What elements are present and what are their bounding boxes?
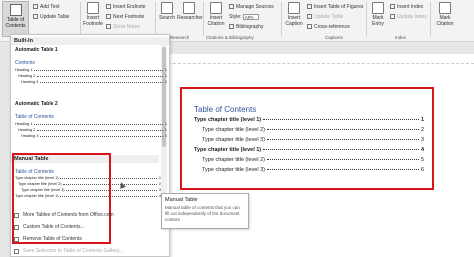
mark-citation-icon bbox=[439, 2, 451, 14]
tooltip-body: Manual table of contents that you can fi… bbox=[165, 205, 240, 222]
automatic-table-1-label: Automatic Table 1 bbox=[15, 47, 58, 53]
table-of-contents-icon bbox=[9, 4, 22, 16]
update-index-button[interactable]: Update Index bbox=[390, 13, 427, 21]
add-text-button[interactable]: Add Text bbox=[33, 3, 59, 11]
insert-index-button[interactable]: Insert Index bbox=[390, 3, 423, 11]
divider bbox=[366, 2, 367, 36]
automatic-table-2-option[interactable]: Automatic Table 2 Table of Contents Head… bbox=[15, 101, 167, 140]
remove-table-of-contents-item[interactable]: Remove Table of Contents bbox=[11, 235, 169, 243]
custom-toc-icon bbox=[14, 225, 19, 230]
preview-title: Table of Contents bbox=[15, 114, 54, 120]
search-icon bbox=[161, 2, 173, 14]
group-label-index: Index bbox=[395, 35, 407, 40]
researcher-icon bbox=[183, 2, 195, 14]
search-button[interactable]: Search bbox=[158, 2, 176, 21]
table-of-contents-button[interactable]: Table of Contents bbox=[2, 1, 29, 37]
toc-entry[interactable]: Type chapter title (level 1) 1 bbox=[194, 117, 424, 127]
refresh-icon bbox=[390, 14, 395, 20]
footnote-icon bbox=[87, 2, 99, 14]
bibliography-button[interactable]: Bibliography bbox=[229, 23, 264, 31]
insert-citation-button[interactable]: Insert Citation bbox=[205, 2, 227, 27]
manage-sources-button[interactable]: Manage Sources bbox=[229, 3, 274, 11]
mark-entry-icon bbox=[372, 2, 384, 14]
mark-citation-button[interactable]: Mark Citation bbox=[433, 2, 457, 27]
toc-entry[interactable]: Type chapter title (level 3) 6 bbox=[202, 167, 424, 177]
insert-endnote-button[interactable]: Insert Endnote bbox=[106, 3, 146, 11]
custom-table-of-contents-item[interactable]: Custom Table of Contents... bbox=[11, 223, 169, 231]
office-icon bbox=[14, 213, 19, 218]
divider bbox=[80, 2, 81, 36]
toc-entry[interactable]: Type chapter title (level 3) 3 bbox=[202, 137, 424, 147]
toc-entry[interactable]: Type chapter title (level 2) 2 bbox=[202, 127, 424, 137]
add-text-icon bbox=[33, 4, 38, 10]
group-label-captions: Captions bbox=[325, 35, 343, 40]
preview-row: Heading 31 bbox=[21, 80, 167, 84]
divider bbox=[430, 2, 431, 36]
refresh-icon bbox=[307, 14, 312, 20]
table-of-figures-icon bbox=[307, 4, 312, 10]
mark-entry-button[interactable]: Mark Entry bbox=[369, 2, 387, 27]
insert-footnote-button[interactable]: Insert Footnote bbox=[82, 2, 104, 27]
refresh-icon bbox=[33, 14, 38, 20]
cross-reference-button[interactable]: Cross-reference bbox=[307, 23, 350, 31]
tooltip-title: Manual Table bbox=[165, 197, 198, 203]
group-label-research: Research bbox=[170, 35, 190, 40]
group-label-citations: Citations & Bibliography bbox=[206, 35, 254, 40]
show-notes-button[interactable]: Show Notes bbox=[106, 23, 140, 31]
toc-heading[interactable]: Table of Contents bbox=[194, 105, 256, 114]
next-footnote-button[interactable]: Next Footnote bbox=[106, 13, 144, 21]
style-selector[interactable]: Style: APA bbox=[229, 13, 259, 21]
update-table-button[interactable]: Update Table bbox=[33, 13, 69, 21]
toc-entry[interactable]: Type chapter title (level 2) 5 bbox=[202, 157, 424, 167]
insert-table-of-figures-button[interactable]: Insert Table of Figures bbox=[307, 3, 363, 11]
divider bbox=[281, 2, 282, 36]
bibliography-icon bbox=[229, 24, 234, 30]
show-notes-icon bbox=[106, 24, 111, 30]
remove-icon bbox=[14, 237, 19, 242]
preview-title: Contents bbox=[15, 60, 36, 66]
preview-row: Heading 31 bbox=[21, 134, 167, 138]
page-margin-guide bbox=[168, 63, 474, 64]
manual-table-tooltip: Manual Table Manual table of contents th… bbox=[161, 193, 249, 229]
document-table-of-contents[interactable]: Table of Contents Type chapter title (le… bbox=[180, 87, 434, 190]
caption-icon bbox=[288, 2, 300, 14]
update-table-of-figures-button[interactable]: Update Table bbox=[307, 13, 343, 21]
insert-caption-button[interactable]: Insert Caption bbox=[283, 2, 305, 27]
divider bbox=[203, 2, 204, 36]
toc-gallery-dropdown: Built-In Automatic Table 1 Contents Head… bbox=[10, 34, 170, 257]
next-footnote-icon bbox=[106, 14, 111, 20]
automatic-table-1-option[interactable]: Automatic Table 1 Contents Heading 11 He… bbox=[15, 47, 167, 86]
toc-button-label: Table of Contents bbox=[5, 17, 26, 29]
save-selection-to-gallery-item[interactable]: Save Selection to Table of Contents Gall… bbox=[11, 247, 169, 255]
divider bbox=[155, 2, 156, 36]
toc-entry[interactable]: Type chapter title (level 1) 4 bbox=[194, 147, 424, 157]
endnote-icon bbox=[106, 4, 111, 10]
citation-icon bbox=[210, 2, 222, 14]
more-tables-of-contents-item[interactable]: More Tables of Contents from Office.com bbox=[11, 211, 169, 219]
index-icon bbox=[390, 4, 395, 10]
automatic-table-2-label: Automatic Table 2 bbox=[15, 101, 58, 107]
built-in-header: Built-In bbox=[11, 37, 169, 45]
save-icon bbox=[14, 249, 19, 254]
manage-sources-icon bbox=[229, 4, 234, 10]
researcher-button[interactable]: Researcher bbox=[177, 2, 203, 21]
style-dropdown[interactable]: APA bbox=[242, 13, 259, 20]
cross-reference-icon bbox=[307, 24, 312, 30]
